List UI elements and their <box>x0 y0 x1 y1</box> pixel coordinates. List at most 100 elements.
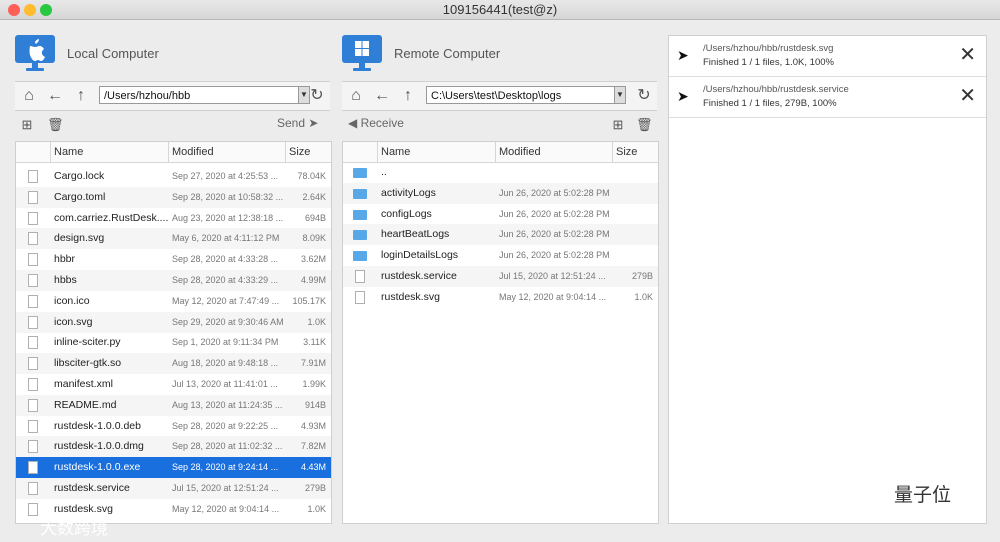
windows-computer-icon <box>342 35 382 75</box>
file-name: rustdesk.svg <box>381 290 440 303</box>
table-row[interactable]: hbbs Sep 28, 2020 at 4:33:29 ... 4.99M <box>16 270 331 291</box>
file-icon <box>28 315 38 329</box>
close-icon[interactable]: ✕ <box>959 43 976 67</box>
job-status: Finished 1 / 1 files, 279B, 100% <box>703 98 837 109</box>
up-arrow-icon[interactable]: ↑ <box>398 86 418 106</box>
file-size: 2.64K <box>302 191 326 202</box>
refresh-icon[interactable]: ↻ <box>634 86 654 106</box>
trash-icon[interactable]: 🗑 <box>47 117 64 133</box>
table-row[interactable]: rustdesk.service Jul 15, 2020 at 12:51:24… <box>343 266 658 287</box>
file-modified: Jun 26, 2020 at 5:02:28 PM <box>499 229 610 240</box>
file-modified: Sep 29, 2020 at 9:30:46 AM <box>172 316 284 327</box>
file-modified: Jul 15, 2020 at 12:51:24 ... <box>499 271 606 281</box>
close-icon[interactable]: ✕ <box>959 84 976 108</box>
column-name[interactable]: Name <box>381 146 410 158</box>
file-modified: Sep 28, 2020 at 11:02:32 ... <box>172 441 283 452</box>
file-modified: Sep 28, 2020 at 4:33:28 ... <box>172 254 279 265</box>
table-row[interactable]: Cargo.lock Sep 27, 2020 at 4:25:53 ... 78.… <box>16 166 331 187</box>
trash-icon[interactable]: 🗑 <box>636 117 653 133</box>
table-row[interactable]: README.md Aug 13, 2020 at 11:24:35 ... 914… <box>16 394 331 416</box>
column-size[interactable]: Size <box>289 146 310 158</box>
column-name[interactable]: Name <box>54 146 83 158</box>
table-row[interactable]: icon.svg Sep 29, 2020 at 9:30:46 AM 1.0K <box>16 311 331 333</box>
file-name: hbbr <box>54 253 76 266</box>
back-arrow-icon[interactable]: ← <box>372 86 392 106</box>
file-icon <box>28 274 38 287</box>
up-arrow-icon[interactable]: ↑ <box>71 86 91 106</box>
table-row[interactable]: rustdesk-1.0.0.exe Sep 28, 2020 at 9:24:1… <box>16 457 331 479</box>
folder-icon <box>353 251 367 262</box>
file-name: loginDetailsLogs <box>381 249 459 262</box>
table-row[interactable]: Cargo.toml Sep 28, 2020 at 10:58:32 ... 2.… <box>16 186 331 208</box>
file-size: 914B <box>304 399 326 410</box>
file-name: icon.svg <box>54 315 93 328</box>
send-arrow-icon: ➤ <box>677 47 689 63</box>
file-name: Cargo.toml <box>54 190 106 203</box>
table-row[interactable]: rustdesk-1.0.0.deb Sep 28, 2020 at 9:22:2… <box>16 416 331 437</box>
table-row[interactable]: design.svg May 6, 2020 at 4:11:12 PM 8.09K <box>16 228 331 250</box>
rss-file-icon <box>28 378 38 391</box>
receive-button[interactable]: ◀ Receive <box>348 116 404 130</box>
table-row[interactable]: com.carriez.RustDesk.... Aug 23, 2020 at … <box>16 208 331 229</box>
file-size: 279B <box>304 483 326 493</box>
script-file-icon <box>355 270 365 283</box>
file-name: manifest.xml <box>54 378 113 390</box>
home-icon[interactable]: ⌂ <box>346 86 366 106</box>
file-modified: Sep 1, 2020 at 9:11:34 PM <box>172 337 279 348</box>
table-row[interactable]: icon.ico May 12, 2020 at 7:47:49 ... 105.1… <box>16 291 331 312</box>
receive-arrow-icon: ◀ <box>348 116 358 130</box>
file-icon <box>28 232 38 246</box>
table-row[interactable]: hbbr Sep 28, 2020 at 4:33:28 ... 3.62M <box>16 249 331 270</box>
file-name: .. <box>381 166 387 178</box>
table-row[interactable]: inline-sciter.py Sep 1, 2020 at 9:11:34 P… <box>16 332 331 353</box>
file-size: 105.17K <box>292 295 326 306</box>
back-arrow-icon[interactable]: ← <box>45 86 65 106</box>
file-name: icon.ico <box>54 294 90 307</box>
file-size: 1.0K <box>307 316 326 327</box>
file-name: hbbs <box>54 274 77 286</box>
refresh-icon[interactable]: ↻ <box>307 86 327 106</box>
table-row[interactable]: rustdesk.svg May 12, 2020 at 9:04:14 ... 1… <box>343 287 658 308</box>
remote-path-input[interactable]: C:\Users\test\Desktop\logs <box>426 86 626 104</box>
file-name: rustdesk-1.0.0.deb <box>54 419 141 432</box>
file-size: 4.43M <box>300 462 326 473</box>
file-modified: Aug 18, 2020 at 9:48:18 ... <box>172 358 279 369</box>
file-icon <box>28 211 38 225</box>
file-modified: Sep 28, 2020 at 9:22:25 ... <box>172 420 279 431</box>
table-row[interactable]: rustdesk-1.0.0.dmg Sep 28, 2020 at 11:02:… <box>16 436 331 458</box>
home-icon[interactable]: ⌂ <box>19 86 39 106</box>
new-folder-icon[interactable]: ⊞ <box>19 117 35 133</box>
column-modified[interactable]: Modified <box>172 146 214 158</box>
disk-image-icon <box>28 440 38 454</box>
table-row[interactable]: libsciter-gtk.so Aug 18, 2020 at 9:48:18 … <box>16 353 331 375</box>
table-row[interactable]: rustdesk.service Jul 15, 2020 at 12:51:24… <box>16 478 331 499</box>
column-modified[interactable]: Modified <box>499 146 541 158</box>
file-name: rustdesk.svg <box>54 502 113 515</box>
table-row[interactable]: configLogs Jun 26, 2020 at 5:02:28 PM <box>343 204 658 225</box>
new-folder-icon[interactable]: ⊞ <box>610 117 626 133</box>
remote-file-table: Name Modified Size .. activityLogs Jun 26,… <box>342 141 659 524</box>
file-size: 279B <box>631 271 653 281</box>
table-row[interactable]: activityLogs Jun 26, 2020 at 5:02:28 PM <box>343 182 658 204</box>
local-path-input[interactable]: /Users/hzhou/hbb <box>99 86 299 104</box>
table-row[interactable]: .. <box>343 162 658 183</box>
file-modified: May 12, 2020 at 9:04:14 ... <box>499 291 607 302</box>
transfer-jobs-panel: ➤ /Users/hzhou/hbb/rustdesk.svg Finished… <box>668 35 987 524</box>
table-row[interactable]: manifest.xml Jul 13, 2020 at 11:41:01 ...… <box>16 374 331 395</box>
remote-path-dropdown[interactable]: ▼ <box>614 86 626 104</box>
local-toolbar: ⊞ 🗑 Send ➤ <box>15 114 330 136</box>
watermark-left: 大数跨境 <box>40 519 108 538</box>
remote-computer-label: Remote Computer <box>394 46 501 61</box>
file-icon <box>28 253 38 267</box>
file-icon <box>28 419 38 433</box>
table-row[interactable]: heartBeatLogs Jun 26, 2020 at 5:02:28 PM <box>343 224 658 246</box>
title-bar: 109156441(test@z) <box>0 0 1000 20</box>
script-file-icon <box>28 482 38 495</box>
image-file-icon <box>28 294 38 308</box>
send-arrow-icon: ➤ <box>677 88 689 104</box>
table-row[interactable]: loginDetailsLogs Jun 26, 2020 at 5:02:28 … <box>343 245 658 266</box>
send-button[interactable]: Send ➤ <box>277 116 318 130</box>
file-modified: Aug 13, 2020 at 11:24:35 ... <box>172 399 283 410</box>
folder-icon <box>353 209 367 220</box>
column-size[interactable]: Size <box>616 146 637 158</box>
